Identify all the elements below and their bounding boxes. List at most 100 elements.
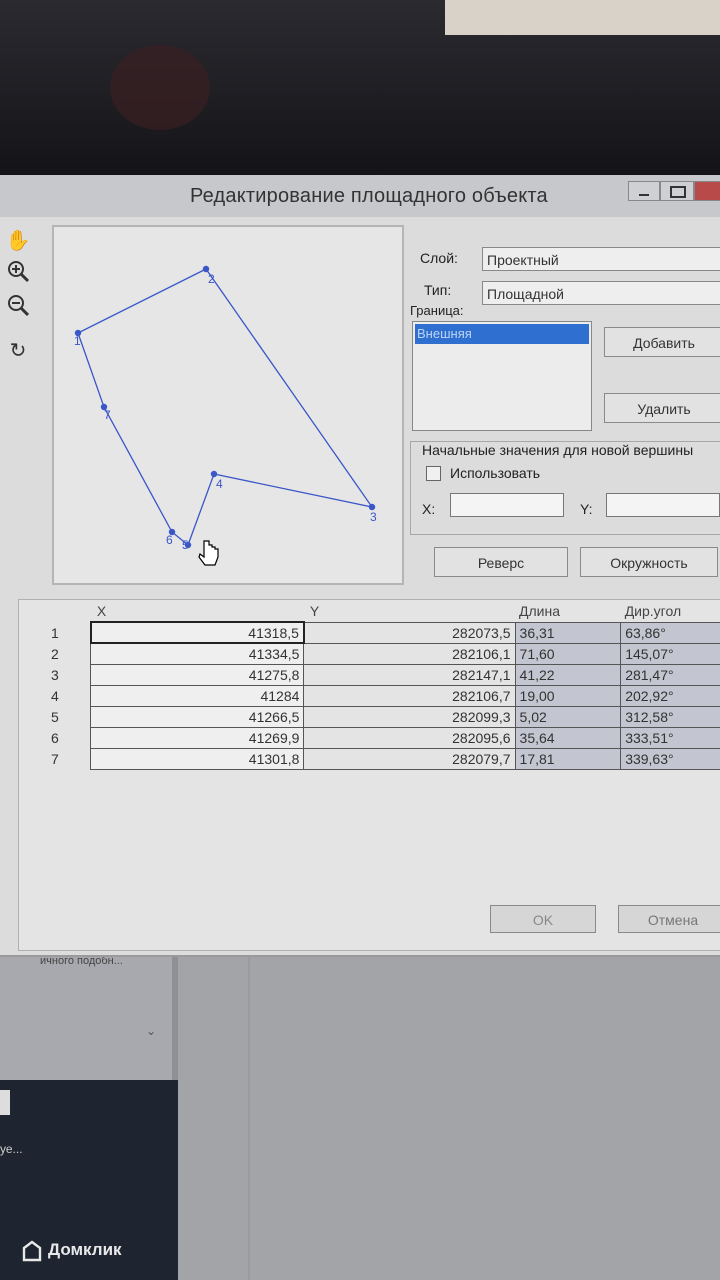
x-cell[interactable]: 41269,9 — [90, 726, 305, 749]
thumbnail — [0, 1090, 10, 1115]
y-cell[interactable]: 282147,1 — [303, 663, 516, 686]
background-panel — [0, 950, 172, 1080]
length-cell: 17,81 — [514, 747, 622, 770]
use-checkbox-label: Использовать — [450, 465, 541, 481]
header-y: Y — [309, 602, 320, 619]
y-cell[interactable]: 282106,1 — [303, 642, 516, 665]
x-cell[interactable]: 41266,5 — [90, 705, 305, 728]
table-row[interactable]: 4 41284 282106,7 19,00 202,92° — [37, 684, 720, 707]
blurred-object — [110, 45, 210, 130]
x-cell[interactable]: 41275,8 — [90, 663, 305, 686]
vertex-group: 1 2 3 4 56 7 — [74, 265, 377, 552]
add-button[interactable]: Добавить — [604, 327, 720, 357]
x-cell[interactable]: 41284 — [90, 684, 305, 707]
vertex-table-panel: X Y Длина Дир.угол 1 41318,5 282073,5 36,31… — [18, 599, 720, 951]
vertex-label: 4 — [216, 477, 223, 491]
dialog-title: Редактирование площадного объекта — [190, 185, 548, 207]
maximize-button[interactable] — [660, 181, 694, 201]
table-header: X Y Длина Дир.угол — [37, 600, 720, 622]
angle-cell: 63,86° — [620, 621, 720, 644]
length-cell: 5,02 — [514, 705, 622, 728]
row-number-cell: 6 — [51, 729, 59, 746]
background-workspace — [178, 955, 720, 1280]
header-direction-angle: Дир.угол — [624, 602, 682, 619]
table-row[interactable]: 7 41301,8 282079,7 17,81 339,63° — [37, 747, 720, 770]
layer-select[interactable]: Проектный — [482, 247, 720, 271]
x-cell[interactable]: 41318,5 — [89, 621, 305, 644]
length-cell: 35,64 — [514, 726, 622, 749]
boundary-item-outer[interactable]: Внешняя — [415, 324, 589, 344]
zoom-in-icon[interactable] — [4, 259, 32, 287]
layer-label: Слой: — [420, 250, 458, 266]
hand-icon[interactable]: ✋ — [4, 227, 32, 255]
home-logo-icon — [22, 1240, 42, 1262]
initial-values-label: Начальные значения для новой вершины — [420, 442, 696, 458]
header-row-number — [37, 600, 91, 622]
row-number-cell: 7 — [51, 750, 59, 767]
y-cell[interactable]: 282106,7 — [303, 684, 516, 707]
delete-button[interactable]: Удалить — [604, 393, 720, 423]
row-number-cell: 1 — [51, 624, 59, 641]
table-row[interactable]: 1 41318,5 282073,5 36,31 63,86° — [37, 621, 720, 644]
vertex-label: 7 — [104, 408, 111, 422]
preview-toolbar: ✋ ↻ — [0, 227, 40, 367]
ok-button[interactable]: OK — [490, 905, 596, 933]
vertex-label: 5 — [182, 538, 189, 552]
x-cell[interactable]: 41334,5 — [90, 642, 305, 665]
close-button[interactable] — [694, 181, 720, 201]
title-bar[interactable]: Редактирование площадного объекта — [0, 175, 720, 217]
header-length: Длина — [519, 602, 561, 619]
table-row[interactable]: 2 41334,5 282106,1 71,60 145,07° — [37, 642, 720, 665]
length-cell: 41,22 — [514, 663, 622, 686]
angle-cell: 339,63° — [620, 747, 720, 770]
angle-cell: 312,58° — [620, 705, 720, 728]
cursor-hand-icon — [198, 540, 219, 566]
x-input[interactable] — [450, 493, 564, 517]
y-input[interactable] — [606, 493, 720, 517]
x-label: X: — [422, 501, 436, 517]
angle-cell: 333,51° — [620, 726, 720, 749]
watermark-text: Домклик — [48, 1240, 122, 1259]
row-number-cell: 2 — [51, 645, 59, 662]
y-cell[interactable]: 282079,7 — [303, 747, 516, 770]
type-select[interactable]: Площадной — [482, 281, 720, 305]
row-number-cell: 5 — [51, 708, 59, 725]
y-label: Y: — [580, 501, 593, 517]
cancel-button[interactable]: Отмена — [618, 905, 720, 933]
vertex-label: 2 — [208, 272, 215, 286]
use-checkbox[interactable] — [426, 466, 441, 481]
vertex-label: 6 — [166, 533, 173, 547]
polygon-svg: 1 2 3 4 56 7 — [74, 265, 377, 566]
length-cell: 36,31 — [514, 621, 622, 644]
vertex-label: 1 — [74, 334, 81, 348]
header-x: X — [96, 602, 107, 619]
table-row[interactable]: 6 41269,9 282095,6 35,64 333,51° — [37, 726, 720, 749]
x-cell[interactable]: 41301,8 — [90, 747, 305, 770]
row-number-cell: 4 — [51, 687, 59, 704]
divider — [248, 955, 250, 1280]
polygon-outline — [77, 268, 374, 547]
angle-cell: 145,07° — [620, 642, 720, 665]
edit-area-object-dialog: Редактирование площадного объекта ✋ ↻ 12… — [0, 175, 720, 957]
type-label: Тип: — [424, 282, 452, 298]
zoom-out-icon[interactable] — [4, 293, 32, 321]
y-cell[interactable]: 282073,5 — [303, 621, 516, 644]
angle-cell: 281,47° — [620, 663, 720, 686]
paper-background — [445, 0, 720, 35]
table-row[interactable]: 3 41275,8 282147,1 41,22 281,47° — [37, 663, 720, 686]
angle-cell: 202,92° — [620, 684, 720, 707]
row-number-cell: 3 — [51, 666, 59, 683]
length-cell: 71,60 — [514, 642, 622, 665]
minimize-button[interactable] — [628, 181, 660, 201]
length-cell: 19,00 — [514, 684, 622, 707]
polygon-preview[interactable]: 1 2 3 4 56 7 — [52, 225, 404, 585]
circle-button[interactable]: Окружность — [580, 547, 718, 577]
vertex-table: X Y Длина Дир.угол 1 41318,5 282073,5 36,31… — [37, 600, 720, 770]
background-partial-text-2: уе... — [0, 1142, 23, 1156]
boundary-list[interactable]: Внешняя — [412, 321, 592, 431]
reverse-button[interactable]: Реверс — [434, 547, 568, 577]
y-cell[interactable]: 282095,6 — [303, 726, 516, 749]
table-row[interactable]: 5 41266,5 282099,3 5,02 312,58° — [37, 705, 720, 728]
y-cell[interactable]: 282099,3 — [303, 705, 516, 728]
refresh-icon[interactable]: ↻ — [4, 337, 32, 365]
